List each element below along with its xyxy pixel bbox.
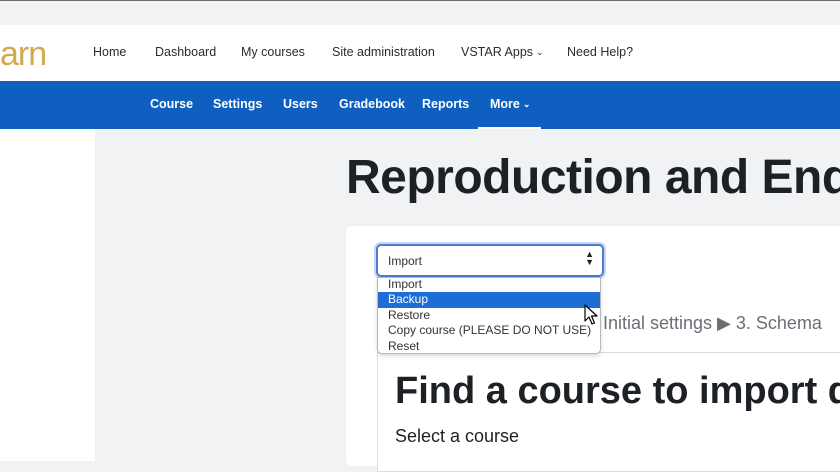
course-secondary-nav: [0, 81, 840, 129]
nav-home[interactable]: Home: [93, 45, 126, 59]
nav-need-help[interactable]: Need Help?: [567, 45, 633, 59]
chevron-down-icon: ⌄: [522, 99, 531, 109]
tab-more-label: More: [490, 97, 520, 111]
tab-more[interactable]: More ⌄: [490, 97, 530, 111]
nav-my-courses[interactable]: My courses: [241, 45, 305, 59]
tab-reports[interactable]: Reports: [422, 97, 469, 111]
select-value: Import: [388, 254, 423, 268]
option-import[interactable]: Import: [378, 277, 600, 293]
select-arrows-icon: ▲ ▼: [585, 249, 594, 267]
tab-course[interactable]: Course: [150, 97, 193, 111]
site-logo[interactable]: arn: [0, 37, 47, 71]
section-subtitle: Select a course: [395, 426, 520, 446]
nav-dashboard[interactable]: Dashboard: [155, 45, 216, 59]
option-copy-course[interactable]: Copy course (PLEASE DO NOT USE): [378, 323, 600, 339]
tab-users[interactable]: Users: [283, 97, 318, 111]
option-restore[interactable]: Restore: [378, 308, 600, 324]
course-action-select[interactable]: Import ▲ ▼: [376, 244, 604, 277]
active-tab-indicator: [478, 127, 541, 129]
nav-vstar-apps[interactable]: VSTAR Apps ⌄: [461, 45, 544, 59]
browser-top-strip: [0, 0, 840, 25]
import-steps-breadcrumb: Initial settings ▶ 3. Schema: [603, 313, 822, 333]
chevron-down-icon: ⌄: [536, 47, 544, 57]
left-drawer: [0, 129, 95, 461]
nav-site-administration[interactable]: Site administration: [332, 45, 435, 59]
tab-gradebook[interactable]: Gradebook: [339, 97, 405, 111]
nav-vstar-apps-label: VSTAR Apps: [461, 45, 534, 59]
option-backup[interactable]: Backup: [378, 292, 600, 308]
page-title: Reproduction and Endo: [346, 151, 840, 204]
tab-settings[interactable]: Settings: [213, 97, 262, 111]
mouse-cursor-icon: [584, 304, 598, 325]
option-reset[interactable]: Reset: [378, 339, 600, 355]
select-dropdown-list: Import Backup Restore Copy course (PLEAS…: [377, 277, 601, 354]
section-title: Find a course to import da: [395, 370, 840, 412]
